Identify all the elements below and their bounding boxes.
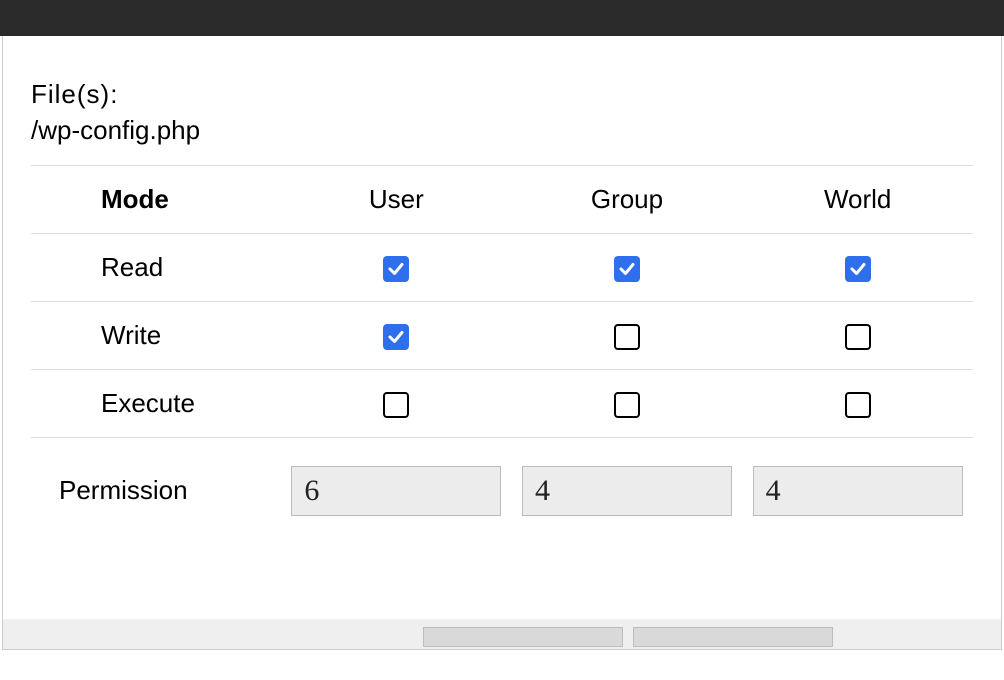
table-row-read: Read	[31, 233, 973, 301]
files-label: File(s):	[31, 76, 973, 112]
table-row-permission: Permission	[31, 437, 973, 534]
row-label-write: Write	[31, 301, 281, 369]
checkbox-execute-group[interactable]	[614, 392, 640, 418]
dialog-footer	[3, 619, 1001, 649]
check-icon	[849, 260, 867, 278]
files-path: /wp-config.php	[31, 112, 973, 160]
row-label-execute: Execute	[31, 369, 281, 437]
check-icon	[387, 260, 405, 278]
footer-button[interactable]	[423, 627, 623, 647]
checkbox-read-world[interactable]	[845, 256, 871, 282]
checkbox-write-user[interactable]	[383, 324, 409, 350]
permission-user-input[interactable]	[291, 466, 501, 516]
column-user: User	[281, 165, 512, 233]
permission-group-input[interactable]	[522, 466, 732, 516]
column-mode: Mode	[31, 165, 281, 233]
permissions-table: Mode User Group World Read Write Execute	[31, 165, 973, 534]
dialog-header	[0, 0, 1004, 36]
check-icon	[618, 260, 636, 278]
checkbox-execute-user[interactable]	[383, 392, 409, 418]
checkbox-read-user[interactable]	[383, 256, 409, 282]
table-row-execute: Execute	[31, 369, 973, 437]
checkbox-write-world[interactable]	[845, 324, 871, 350]
row-label-read: Read	[31, 233, 281, 301]
table-row-write: Write	[31, 301, 973, 369]
checkbox-execute-world[interactable]	[845, 392, 871, 418]
column-group: Group	[512, 165, 743, 233]
footer-button[interactable]	[633, 627, 833, 647]
checkbox-write-group[interactable]	[614, 324, 640, 350]
dialog-body: File(s): /wp-config.php Mode User Group …	[2, 36, 1002, 650]
table-header-row: Mode User Group World	[31, 165, 973, 233]
checkbox-read-group[interactable]	[614, 256, 640, 282]
permission-world-input[interactable]	[753, 466, 963, 516]
check-icon	[387, 328, 405, 346]
row-label-permission: Permission	[31, 437, 281, 534]
column-world: World	[742, 165, 973, 233]
